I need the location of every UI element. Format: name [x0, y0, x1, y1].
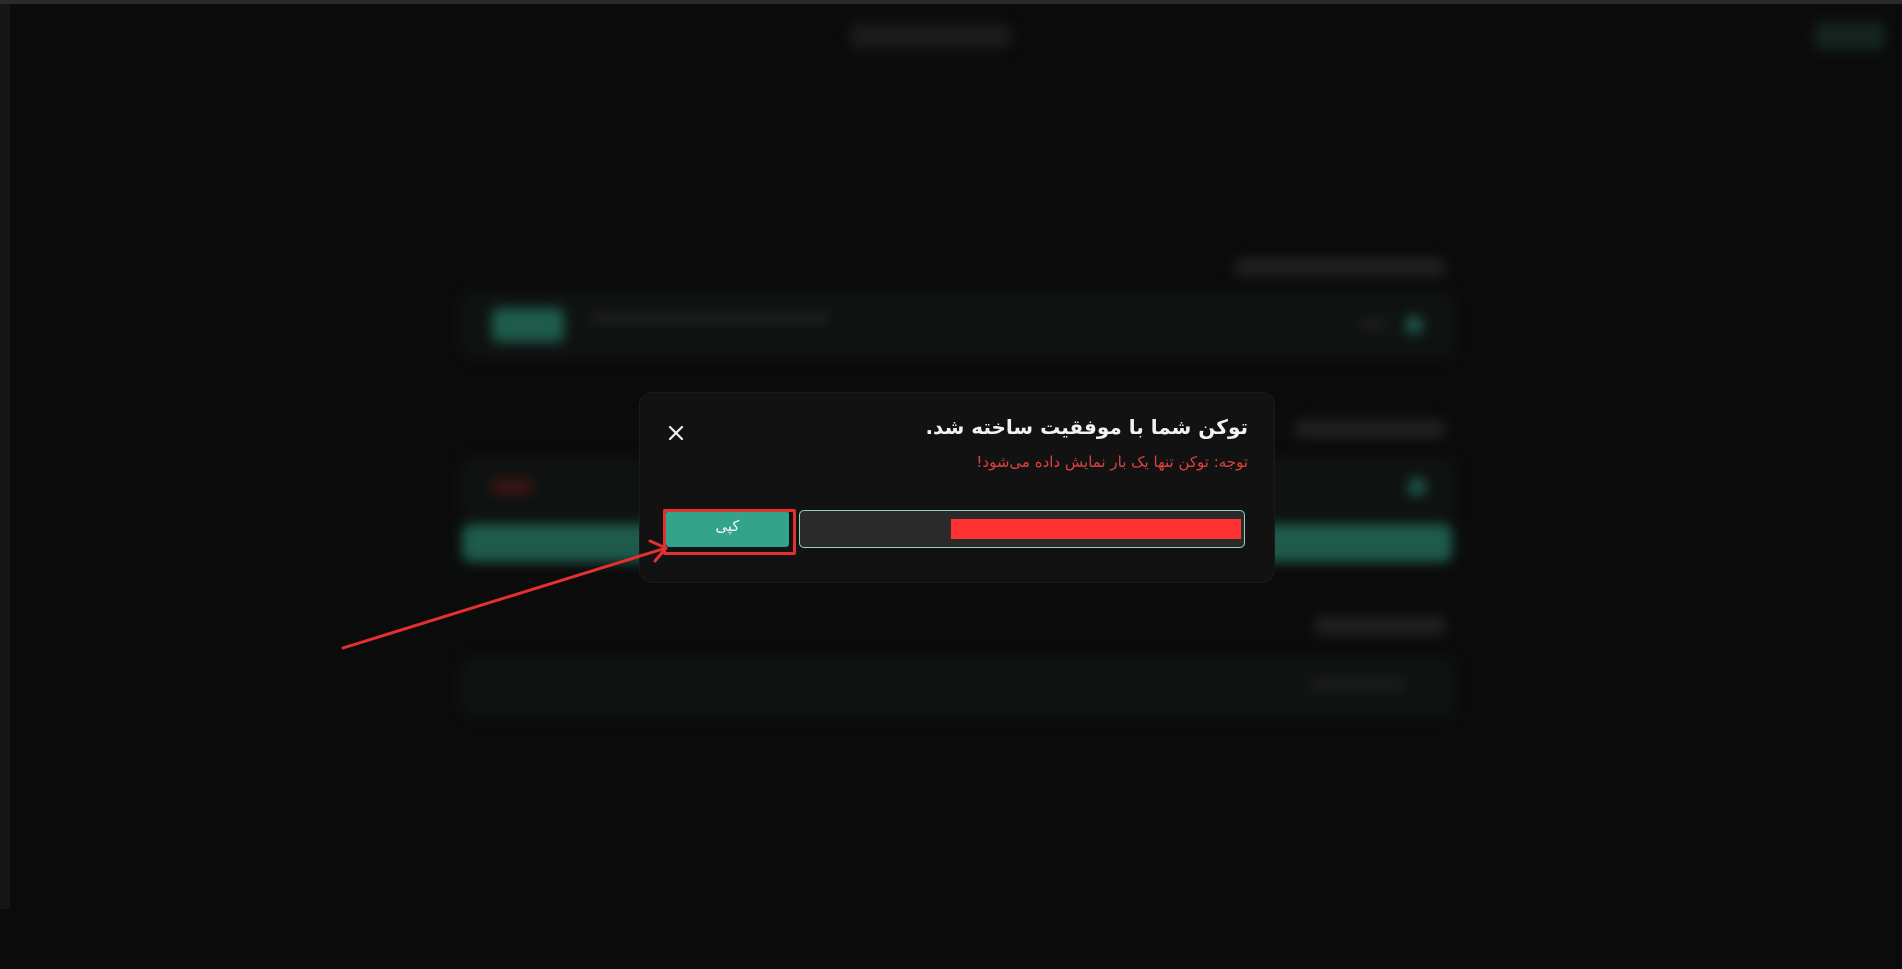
bg-card: [462, 658, 1454, 716]
bg-button: [492, 308, 564, 342]
bg-text-line: [590, 312, 830, 324]
bg-section-title: [1235, 258, 1445, 276]
bg-header-button: [1815, 22, 1885, 50]
close-icon: [668, 425, 684, 441]
bg-section-title: [1315, 617, 1445, 635]
bg-dot: [1408, 478, 1426, 496]
close-button[interactable]: [660, 417, 692, 449]
token-created-dialog: توکن شما با موفقیت ساخته شد. توجه: توکن …: [640, 393, 1274, 582]
bg-header-title: [850, 24, 1010, 48]
bg-card: [462, 293, 1454, 357]
dialog-warning-text: توجه: توکن تنها یک بار نمایش داده می‌شود…: [976, 453, 1248, 471]
bg-error-text: [492, 480, 532, 494]
bg-section-title: [1295, 420, 1445, 438]
bg-text-line: [1360, 318, 1388, 330]
bg-text-line: [1310, 679, 1405, 691]
bg-dot: [1405, 316, 1423, 334]
copy-button[interactable]: کپی: [666, 511, 789, 547]
app-page: توکن شما با موفقیت ساخته شد. توجه: توکن …: [0, 0, 1902, 969]
token-redaction: [951, 519, 1241, 539]
dialog-title: توکن شما با موفقیت ساخته شد.: [925, 415, 1248, 439]
